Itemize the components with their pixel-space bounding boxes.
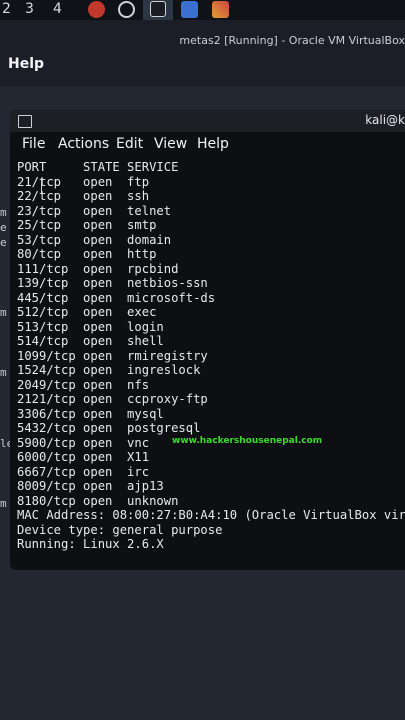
- terminal-icon[interactable]: [150, 1, 166, 17]
- terminal-line: 512/tcp open exec: [17, 305, 157, 319]
- terminal-title: kali@k: [365, 113, 405, 127]
- terminal-line: 23/tcp open telnet: [17, 203, 172, 218]
- cut-text: m: [0, 366, 7, 379]
- terminal-line: 1524/tcp open ingreslock: [17, 363, 201, 377]
- terminal-line: 445/tcp open microsoft-ds: [17, 290, 216, 305]
- terminal-line: 514/tcp open shell: [17, 334, 164, 348]
- cut-text: m: [0, 306, 7, 319]
- terminal-menubar: File Actions Edit View Help: [10, 132, 405, 156]
- cut-text: e: [0, 236, 7, 249]
- terminal-line: 111/tcp open rpcbind: [17, 261, 179, 276]
- menu-edit[interactable]: Edit: [116, 136, 143, 152]
- terminal-icon: [18, 115, 32, 128]
- terminal-output[interactable]: PORT STATE SERVICE 21/tcp open ftp 22/tc…: [17, 160, 405, 552]
- menu-help[interactable]: Help: [197, 136, 229, 152]
- terminal-line: 80/tcp open http: [17, 247, 157, 261]
- vbox-menu-help[interactable]: Help: [8, 56, 44, 72]
- terminal-line: 53/tcp open domain: [17, 232, 172, 247]
- terminal-line: 1099/tcp open rmiregistry: [17, 348, 208, 363]
- browser-icon[interactable]: [118, 1, 135, 18]
- menu-actions[interactable]: Actions: [58, 136, 109, 152]
- terminal-line: 6000/tcp open X11: [17, 450, 150, 464]
- tools-icon[interactable]: [212, 1, 229, 18]
- terminal-line: 6667/tcp open irc: [17, 464, 150, 479]
- mouse-cursor: [41, 178, 42, 194]
- terminal-line: 5432/tcp open postgresql: [17, 421, 201, 435]
- terminal-line: 3306/tcp open mysql: [17, 406, 164, 421]
- terminal-line: 21/tcp open ftp: [17, 174, 150, 189]
- cut-text: m: [0, 497, 7, 510]
- cut-text: e: [0, 221, 7, 234]
- terminal-line: Running: Linux 2.6.X: [17, 537, 164, 551]
- top-panel: 2 3 4: [0, 0, 405, 20]
- menu-view[interactable]: View: [154, 136, 187, 152]
- cut-text: m: [0, 206, 7, 219]
- terminal-line: MAC Address: 08:00:27:B0:A4:10 (Oracle V…: [17, 508, 405, 522]
- terminal-line: 8009/tcp open ajp13: [17, 479, 164, 493]
- terminal-line: 513/tcp open login: [17, 319, 164, 334]
- terminal-line: 2049/tcp open nfs: [17, 377, 150, 392]
- terminal-line: 25/tcp open smtp: [17, 218, 157, 232]
- workspace-4[interactable]: 4: [53, 1, 62, 17]
- terminal-window[interactable]: kali@k File Actions Edit View Help PORT …: [10, 110, 405, 570]
- terminal-line: 2121/tcp open ccproxy-ftp: [17, 392, 208, 406]
- terminal-line: 139/tcp open netbios-ssn: [17, 276, 208, 290]
- workspace-2[interactable]: 2: [2, 1, 11, 17]
- vbox-window-title: metas2 [Running] - Oracle VM VirtualBox: [179, 34, 405, 47]
- menu-file[interactable]: File: [22, 136, 45, 152]
- watermark-text: www.hackershousenepal.com: [172, 436, 323, 446]
- terminal-line: PORT STATE SERVICE: [17, 160, 179, 174]
- terminal-line: 8180/tcp open unknown: [17, 493, 179, 508]
- workspace-3[interactable]: 3: [25, 1, 34, 17]
- terminal-line: Device type: general purpose: [17, 522, 223, 537]
- terminal-line: 22/tcp open ssh: [17, 189, 150, 203]
- app-launcher-icon[interactable]: [88, 1, 105, 18]
- screenshot-icon[interactable]: [181, 1, 198, 18]
- terminal-titlebar[interactable]: kali@k: [10, 110, 405, 132]
